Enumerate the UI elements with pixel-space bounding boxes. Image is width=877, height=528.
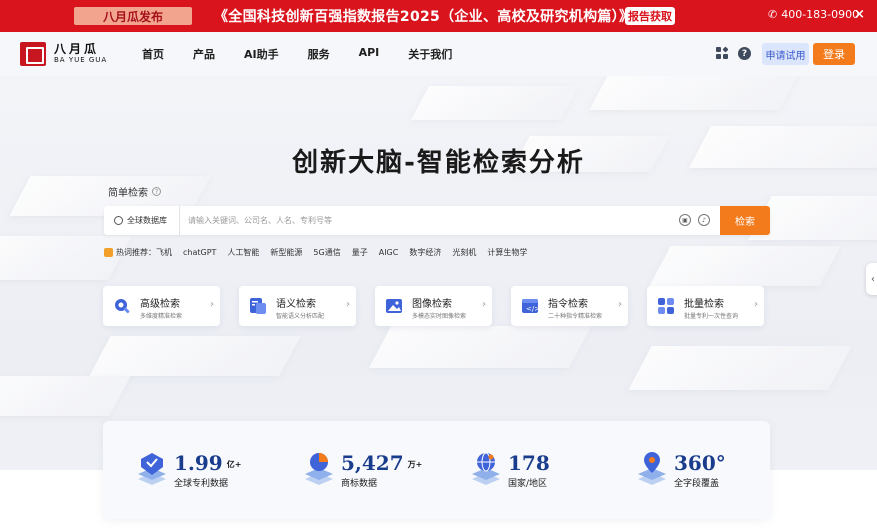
semantic-doc-icon	[250, 298, 266, 314]
nav-links: 首页 产品 AI助手 服务 API 关于我们	[142, 46, 481, 62]
card-semantic-search[interactable]: 语义检索 智能语义分析匹配 ›	[239, 286, 356, 326]
logo[interactable]: 八月瓜 BA YUE GUA	[20, 42, 107, 66]
hot-word[interactable]: 数字经济	[409, 247, 441, 258]
hot-word[interactable]: chatGPT	[183, 248, 216, 257]
batch-icon	[658, 298, 674, 314]
question-icon[interactable]: ?	[152, 187, 161, 196]
stat-countries: 178 国家/地区	[470, 451, 630, 491]
database-select[interactable]: 全球数据库	[104, 206, 180, 235]
nav-link-ai-assistant[interactable]: AI助手	[244, 46, 279, 62]
chevron-right-icon: ›	[210, 299, 214, 310]
search-button[interactable]: 检索	[720, 206, 770, 235]
help-icon[interactable]: ?	[738, 47, 751, 60]
apps-grid-icon[interactable]	[716, 46, 729, 60]
hot-word[interactable]: 计算生物学	[487, 247, 527, 258]
nav-link-home[interactable]: 首页	[142, 46, 164, 62]
stat-value: 5,427	[341, 451, 404, 475]
chevron-right-icon: ›	[482, 299, 486, 310]
gear-search-icon	[115, 299, 130, 314]
hot-word[interactable]: 人工智能	[227, 247, 259, 258]
hot-word[interactable]: 新型能源	[270, 247, 302, 258]
voice-search-icon[interactable]: ♪	[698, 214, 710, 226]
globe-stack-icon	[472, 452, 500, 485]
search-input[interactable]	[188, 206, 668, 235]
nav-link-products[interactable]: 产品	[193, 46, 215, 62]
promo-tag: 八月瓜发布	[74, 7, 192, 25]
chevron-right-icon: ›	[346, 299, 350, 310]
hot-word[interactable]: 飞机	[156, 247, 172, 258]
hot-word[interactable]: 量子	[352, 247, 368, 258]
hot-word[interactable]: AIGC	[379, 248, 399, 257]
hot-words: 热词推荐： 飞机 chatGPT 人工智能 新型能源 5G通信 量子 AIGC …	[104, 247, 538, 258]
location-stack-icon	[638, 452, 666, 485]
logo-text-en: BA YUE GUA	[54, 56, 108, 64]
search-mode-cards: 高级检索 多维度精准检索 › 语义检索 智能语义分析匹配 › 图像检索 多模态实…	[103, 286, 783, 326]
chevron-right-icon: ›	[754, 299, 758, 310]
stat-trademarks: 5,427 万+ 商标数据	[303, 451, 463, 491]
image-icon	[386, 299, 402, 313]
phone-number: 400-183-0900	[781, 8, 860, 21]
top-nav: 八月瓜 BA YUE GUA 首页 产品 AI助手 服务 API 关于我们 ? …	[0, 32, 877, 76]
card-image-search[interactable]: 图像检索 多模态实时图像检索 ›	[375, 286, 492, 326]
logo-text-cn: 八月瓜	[54, 42, 100, 56]
search-box: 全球数据库 ▣ ♪ 检索	[104, 206, 770, 235]
globe-icon	[114, 216, 123, 225]
hero-title: 创新大脑-智能检索分析	[292, 148, 585, 178]
stat-patents: 1.99 亿+ 全球专利数据	[136, 451, 296, 491]
stat-label: 商标数据	[341, 479, 378, 489]
image-search-icon[interactable]: ▣	[679, 214, 691, 226]
logo-mark-icon	[20, 42, 46, 66]
stat-unit: 亿+	[226, 460, 242, 469]
pie-stack-icon	[305, 453, 333, 485]
card-advanced-search[interactable]: 高级检索 多维度精准检索 ›	[103, 286, 220, 326]
nav-link-services[interactable]: 服务	[308, 46, 330, 62]
command-icon: </>	[522, 299, 539, 313]
svg-text:</>: </>	[526, 305, 539, 313]
chevron-right-icon: ›	[618, 299, 622, 310]
login-button[interactable]: 登录	[813, 43, 855, 65]
promo-phone: ✆ 400-183-0900	[768, 8, 859, 21]
side-collapse-tab[interactable]: ‹	[866, 263, 877, 295]
promo-text[interactable]: 《全国科技创新百强指数报告2025（企业、高校及研究机构篇）》	[214, 6, 633, 26]
hot-words-label: 热词推荐：	[116, 248, 156, 257]
stat-label: 全字段覆盖	[674, 479, 720, 489]
stat-label: 全球专利数据	[174, 479, 229, 489]
hot-word[interactable]: 光刻机	[452, 247, 476, 258]
apply-trial-button[interactable]: 申请试用	[762, 43, 809, 65]
phone-icon: ✆	[768, 8, 778, 21]
patent-stack-icon	[138, 453, 166, 485]
stat-value: 360°	[674, 451, 726, 475]
card-batch-search[interactable]: 批量检索 批量专利一次性查询 ›	[647, 286, 764, 326]
report-get-button[interactable]: 报告获取	[625, 7, 675, 25]
promo-banner: 八月瓜发布 《全国科技创新百强指数报告2025（企业、高校及研究机构篇）》 报告…	[0, 0, 877, 32]
hot-word[interactable]: 5G通信	[313, 247, 340, 258]
stats-panel: 1.99 亿+ 全球专利数据 5,427 万+ 商标数据 178 国家/地区 3…	[103, 421, 770, 519]
stat-coverage: 360° 全字段覆盖	[636, 451, 796, 491]
simple-search-label: 简单检索 ?	[108, 184, 161, 199]
card-command-search[interactable]: </> 指令检索 二十种指令精准检索 ›	[511, 286, 628, 326]
close-icon[interactable]: ×	[854, 7, 865, 22]
database-select-label: 全球数据库	[127, 216, 167, 225]
hot-icon	[104, 248, 113, 257]
stat-label: 国家/地区	[508, 479, 548, 489]
nav-link-about[interactable]: 关于我们	[408, 46, 452, 62]
stat-unit: 万+	[407, 460, 423, 469]
stat-value: 1.99	[174, 451, 223, 475]
nav-link-api[interactable]: API	[359, 46, 380, 62]
stat-value: 178	[508, 451, 550, 475]
